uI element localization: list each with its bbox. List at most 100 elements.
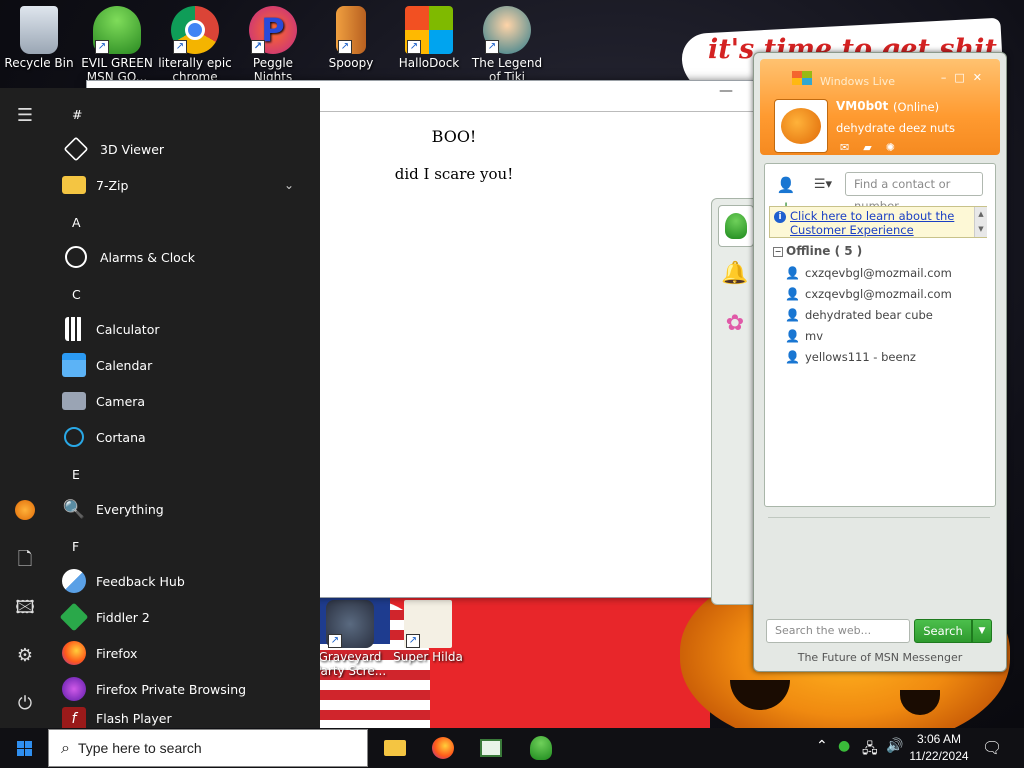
hallodock-icon: ↗: [405, 6, 453, 54]
start-item-everything[interactable]: 🔍 Everything: [62, 491, 312, 527]
messenger-footer: The Future of MSN Messenger: [797, 651, 963, 664]
games-tab-icon[interactable]: ✿: [718, 303, 752, 343]
web-search-input[interactable]: Search the web...: [766, 619, 910, 643]
desktop-icon-spoopy[interactable]: ↗ Spoopy: [313, 2, 389, 84]
start-item-alarms-clock[interactable]: Alarms & Clock: [62, 239, 312, 275]
windows-start-icon: [16, 740, 32, 756]
start-item-fiddler[interactable]: Fiddler 2: [59, 599, 312, 635]
offline-person-icon: 👤: [785, 308, 800, 322]
section-header-e[interactable]: E: [72, 467, 80, 482]
msn-buddy-icon: [530, 736, 552, 760]
desktop-icon-super-hilda[interactable]: ↗ Super Hilda: [390, 596, 466, 678]
taskbar-note-app[interactable]: [471, 732, 511, 764]
find-contact-input[interactable]: Find a contact or number...: [845, 172, 983, 213]
start-button[interactable]: [0, 728, 48, 768]
clock-date[interactable]: 11/22/2024: [906, 749, 972, 763]
desktop-icon-label: Graveyard Party Scre...: [313, 650, 387, 678]
start-menu: ☰ 🗋 🖾 ⚙ ⏻ # 3D Viewer 7-Zip ⌄ A Alarms &…: [0, 88, 320, 728]
start-item-label: 3D Viewer: [100, 141, 165, 157]
volume-icon[interactable]: 🔊: [886, 738, 903, 754]
contact-list-panel: 👤+ ☰▾ Find a contact or number... i Clic…: [764, 163, 996, 507]
contact-name: yellows111 - beenz: [805, 350, 916, 364]
quick-tools: ✉▰✺: [840, 141, 909, 154]
taskbar-file-explorer[interactable]: [375, 732, 415, 764]
recycle-bin-icon: [20, 6, 58, 54]
messenger-tray-icon[interactable]: ●: [838, 738, 850, 754]
start-item-feedback-hub[interactable]: Feedback Hub: [62, 563, 312, 599]
taskbar-firefox[interactable]: [423, 732, 463, 764]
flash-icon: f: [62, 707, 86, 728]
spaces-folder-icon[interactable]: ▰: [863, 141, 885, 154]
notifications-icon[interactable]: 🗨: [982, 738, 1002, 757]
messenger-window-controls[interactable]: –□✕: [941, 71, 990, 84]
section-header-f[interactable]: F: [72, 539, 79, 554]
start-item-firefox[interactable]: Firefox: [62, 635, 312, 671]
show-hidden-icons-chevron-icon[interactable]: ⌃: [816, 738, 828, 754]
section-header-a[interactable]: A: [72, 215, 81, 230]
display-name[interactable]: VM0b0t: [836, 99, 888, 113]
desktop-icon-evil-green-msn[interactable]: ↗ EVIL GREEN MSN GO...: [79, 2, 155, 84]
start-item-camera[interactable]: Camera: [62, 383, 312, 419]
power-icon[interactable]: ⏻: [13, 692, 37, 716]
clock-time[interactable]: 3:06 AM: [916, 732, 962, 746]
web-search-button[interactable]: Search: [914, 619, 972, 643]
taskbar-search-box[interactable]: ⌕ Type here to search: [48, 729, 368, 767]
file-explorer-icon: [384, 740, 406, 756]
desktop-icon-legend-of-tiki[interactable]: ↗ The Legend of Tiki: [469, 2, 545, 84]
desktop-icon-recycle-bin[interactable]: Recycle Bin: [1, 2, 77, 84]
collapse-toggle-icon[interactable]: −: [773, 247, 783, 257]
contact-item[interactable]: 👤 mv: [785, 327, 823, 345]
documents-icon[interactable]: 🗋: [13, 548, 37, 572]
customer-experience-link[interactable]: Click here to learn about the Customer E…: [790, 209, 970, 237]
contacts-tab-buddy-icon[interactable]: [718, 205, 754, 247]
desktop-icon-chrome[interactable]: ↗ literally epic chrome: [157, 2, 233, 84]
desktop-icon-peggle[interactable]: P↗ Peggle Nights Deluxe: [235, 2, 311, 84]
start-item-label: Firefox: [96, 645, 138, 661]
network-icon[interactable]: 🖧: [862, 738, 878, 762]
display-picture[interactable]: [774, 99, 828, 153]
messenger-window: Windows Live –□✕ VM0b0t (Online) dehydra…: [753, 52, 1007, 672]
news-icon[interactable]: ✺: [886, 141, 909, 154]
desktop-icon-graveyard-party[interactable]: ↗ Graveyard Party Scre...: [312, 596, 388, 678]
customer-experience-banner: i Click here to learn about the Customer…: [769, 206, 987, 238]
desktop-icon-hallodock[interactable]: ↗ HalloDock: [391, 2, 467, 84]
clock-icon: [65, 246, 87, 268]
start-item-flash-player[interactable]: f Flash Player: [62, 707, 312, 728]
contact-item[interactable]: 👤 dehydrated bear cube: [785, 306, 933, 324]
online-status[interactable]: (Online): [893, 100, 939, 114]
start-item-7zip[interactable]: 7-Zip ⌄: [62, 167, 312, 203]
contact-item[interactable]: 👤 cxzqevbgl@mozmail.com: [785, 285, 952, 303]
start-item-firefox-private[interactable]: Firefox Private Browsing: [62, 671, 312, 707]
search-icon: ⌕: [61, 738, 70, 757]
alerts-bell-icon[interactable]: 🔔: [718, 253, 752, 293]
start-item-calculator[interactable]: Calculator: [62, 311, 312, 347]
user-avatar-icon[interactable]: [15, 500, 35, 520]
contact-item[interactable]: 👤 cxzqevbgl@mozmail.com: [785, 264, 952, 282]
pictures-icon[interactable]: 🖾: [13, 596, 37, 620]
cortana-icon: [64, 427, 84, 447]
section-header-c[interactable]: C: [72, 287, 81, 302]
start-item-label: Calculator: [96, 321, 160, 337]
personal-message[interactable]: dehydrate deez nuts: [836, 121, 955, 135]
start-item-3d-viewer[interactable]: 3D Viewer: [62, 131, 312, 167]
sort-contacts-icon[interactable]: ☰▾: [809, 174, 837, 196]
settings-gear-icon[interactable]: ⚙: [13, 644, 37, 668]
minimize-button[interactable]: —: [719, 83, 733, 99]
banner-scrollbar[interactable]: ▲ ▼: [974, 207, 987, 237]
start-item-cortana[interactable]: Cortana: [62, 419, 312, 455]
hamburger-menu-icon[interactable]: ☰: [13, 104, 37, 128]
shortcut-arrow-icon: ↗: [251, 40, 265, 54]
section-header-hash[interactable]: #: [72, 107, 82, 122]
spoopy-icon: ↗: [336, 6, 366, 54]
start-item-calendar[interactable]: Calendar: [62, 347, 312, 383]
chevron-down-icon[interactable]: ⌄: [284, 178, 294, 192]
mail-icon[interactable]: ✉: [840, 141, 863, 154]
start-menu-rail: ☰ 🗋 🖾 ⚙ ⏻: [0, 88, 50, 728]
search-dropdown-chevron-icon[interactable]: ▼: [972, 619, 992, 643]
add-contact-icon[interactable]: 👤+: [773, 174, 799, 216]
contact-item[interactable]: 👤 yellows111 - beenz: [785, 348, 916, 366]
taskbar-messenger[interactable]: [521, 732, 561, 764]
taskbar: ⌕ Type here to search ⌃ ● 🖧 🔊 3:06 AM 11…: [0, 728, 1024, 768]
offline-group-header[interactable]: − Offline ( 5 ): [773, 244, 862, 258]
messenger-header: Windows Live –□✕ VM0b0t (Online) dehydra…: [760, 59, 1000, 155]
